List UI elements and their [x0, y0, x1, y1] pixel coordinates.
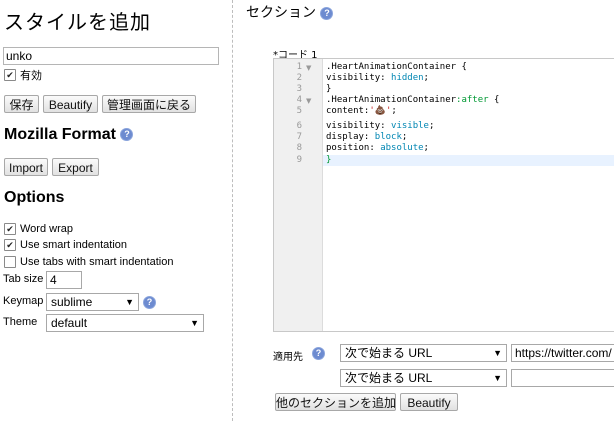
code-line-7: display: block; [326, 132, 407, 142]
code-token: visible [391, 121, 429, 131]
code-line-6: visibility: visible; [326, 121, 434, 131]
fold-arrow-icon[interactable]: ▼ [306, 97, 311, 105]
code-token: content: [326, 106, 370, 116]
line-number: 7 [296, 132, 302, 142]
smart-indent-checkbox[interactable]: ✔ Use smart indentation [4, 239, 127, 251]
help-icon[interactable]: ? [120, 128, 134, 142]
code-line-4: .HeartAnimationContainer:after { [326, 95, 499, 105]
dropdown-arrow-icon: ▼ [493, 348, 502, 358]
tab-size-label: Tab size [3, 273, 44, 285]
save-button[interactable]: 保存 [4, 95, 39, 113]
section-heading: セクション ? [246, 2, 334, 22]
line-number: 5 [296, 106, 302, 116]
code-line-2: visibility: hidden; [326, 73, 429, 83]
fold-arrow-icon[interactable]: ▼ [306, 64, 311, 72]
code-token: visibility: [326, 121, 392, 131]
tabs-smart-indent-label: Use tabs with smart indentation [20, 256, 174, 268]
style-name-input[interactable] [3, 47, 219, 65]
code-line-1: .HeartAnimationContainer { [326, 62, 467, 72]
applies-type-select-2[interactable]: 次で始まる URL ▼ [340, 369, 507, 387]
code-line-9: } [326, 155, 332, 165]
code-token: position: [326, 143, 381, 153]
checkbox-check-icon: ✔ [4, 239, 16, 251]
mozilla-format-title: Mozilla Format [4, 126, 117, 143]
line-number: 6 [296, 121, 302, 131]
add-section-button[interactable]: 他のセクションを追加 [275, 393, 396, 411]
left-panel: スタイルを追加 ✔ 有効 保存 Beautify 管理画面に戻る Mozilla… [0, 0, 232, 421]
applies-to-label: 適用先 [273, 352, 303, 363]
smart-indent-label: Use smart indentation [20, 239, 127, 251]
section-beautify-button[interactable]: Beautify [400, 393, 458, 411]
line-number: 8 [296, 143, 302, 153]
theme-label: Theme [3, 316, 38, 328]
theme-select[interactable]: default ▼ [46, 314, 204, 332]
code-token: ; [401, 132, 408, 142]
code-token: display: [326, 132, 375, 142]
section-title: セクション [246, 5, 316, 21]
code-token: .HeartAnimationContainer [326, 95, 457, 105]
word-wrap-checkbox[interactable]: ✔ Word wrap [4, 223, 73, 235]
mozilla-format-heading: Mozilla Format ? [4, 126, 134, 144]
code-line-5: content:'💩'; [326, 106, 397, 116]
section-panel: セクション ? *コード 1 1 2 3 4 5 6 7 8 9 ▼ ▼ .He… [233, 0, 614, 421]
help-icon[interactable]: ? [312, 347, 325, 360]
back-to-manage-button[interactable]: 管理画面に戻る [102, 95, 196, 113]
page-title: スタイルを追加 [4, 10, 151, 34]
applies-value-input-2[interactable] [511, 369, 614, 387]
checkbox-check-icon: ✔ [4, 223, 16, 235]
code-token: ; [423, 143, 429, 153]
tabs-smart-indent-checkbox[interactable]: Use tabs with smart indentation [4, 256, 173, 268]
line-number: 3 [296, 84, 302, 94]
checkbox-empty [4, 256, 16, 268]
export-button[interactable]: Export [52, 158, 99, 176]
dropdown-arrow-icon: ▼ [190, 318, 199, 328]
keymap-label: Keymap [3, 295, 44, 307]
line-number: 2 [296, 73, 302, 83]
code-token: :after [456, 95, 489, 105]
applies-type-value: 次で始まる URL [345, 346, 433, 360]
enabled-checkbox[interactable]: ✔ 有効 [4, 67, 42, 83]
line-number: 9 [296, 155, 302, 165]
applies-type-select-1[interactable]: 次で始まる URL ▼ [340, 344, 507, 362]
code-token: ; [391, 106, 397, 116]
beautify-button[interactable]: Beautify [43, 95, 98, 113]
options-heading: Options [4, 189, 65, 206]
code-editor[interactable]: 1 2 3 4 5 6 7 8 9 ▼ ▼ .HeartAnimationCon… [273, 58, 614, 332]
applies-value-input-1[interactable]: https://twitter.com/ [511, 344, 614, 362]
code-line-8: position: absolute; [326, 143, 429, 153]
code-token: ; [423, 73, 429, 83]
checkbox-check-icon: ✔ [4, 69, 16, 81]
active-line-highlight [323, 155, 614, 166]
import-button[interactable]: Import [4, 158, 48, 176]
dropdown-arrow-icon: ▼ [493, 373, 502, 383]
code-token: block [374, 132, 402, 142]
help-icon[interactable]: ? [320, 6, 334, 20]
keymap-value: sublime [51, 295, 93, 309]
code-token: '💩' [369, 106, 392, 116]
code-token: { [488, 95, 500, 105]
dropdown-arrow-icon: ▼ [125, 297, 134, 307]
help-icon[interactable]: ? [143, 296, 156, 309]
applies-type-value: 次で始まる URL [345, 371, 433, 385]
line-number: 4 [296, 95, 302, 105]
theme-value: default [51, 316, 88, 330]
keymap-select[interactable]: sublime ▼ [46, 293, 139, 311]
code-token: hidden [391, 73, 424, 83]
code-token: ; [428, 121, 435, 131]
enabled-label: 有効 [20, 70, 42, 82]
code-line-3: } [326, 84, 332, 94]
word-wrap-label: Word wrap [20, 223, 73, 235]
tab-size-input[interactable]: 4 [46, 271, 82, 289]
code-token: visibility: [326, 73, 392, 83]
code-token: absolute [380, 143, 424, 153]
line-number: 1 [296, 62, 302, 72]
